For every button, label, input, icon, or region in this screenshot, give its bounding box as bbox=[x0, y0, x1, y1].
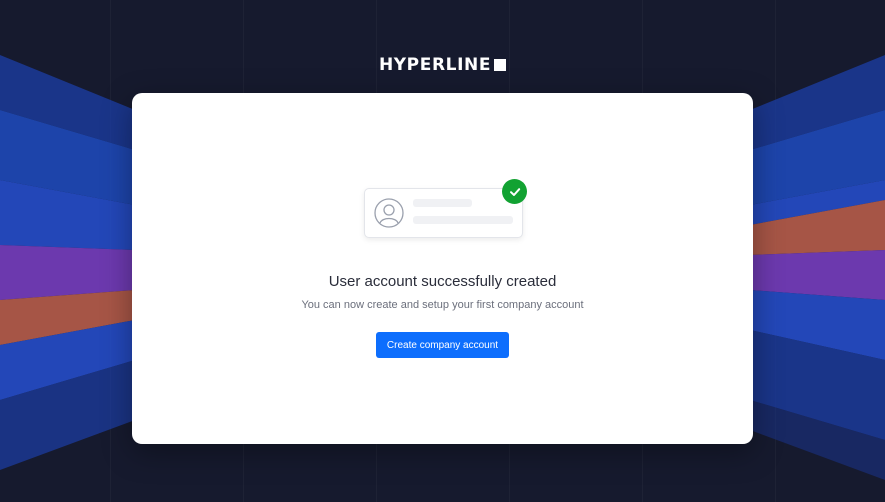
skeleton-line bbox=[413, 216, 513, 224]
skeleton-line bbox=[413, 199, 472, 207]
account-illustration bbox=[364, 188, 523, 238]
brand-name: HYPERLINE bbox=[378, 55, 492, 75]
square-icon bbox=[494, 59, 507, 71]
user-avatar-icon bbox=[374, 198, 404, 228]
checkmark-icon bbox=[502, 179, 527, 204]
create-company-account-button[interactable]: Create company account bbox=[376, 332, 509, 358]
brand-logo: HYPERLINE bbox=[0, 55, 885, 75]
success-subtitle: You can now create and setup your first … bbox=[301, 299, 584, 311]
success-card: User account successfully created You ca… bbox=[132, 93, 753, 444]
success-title: User account successfully created bbox=[328, 273, 557, 290]
